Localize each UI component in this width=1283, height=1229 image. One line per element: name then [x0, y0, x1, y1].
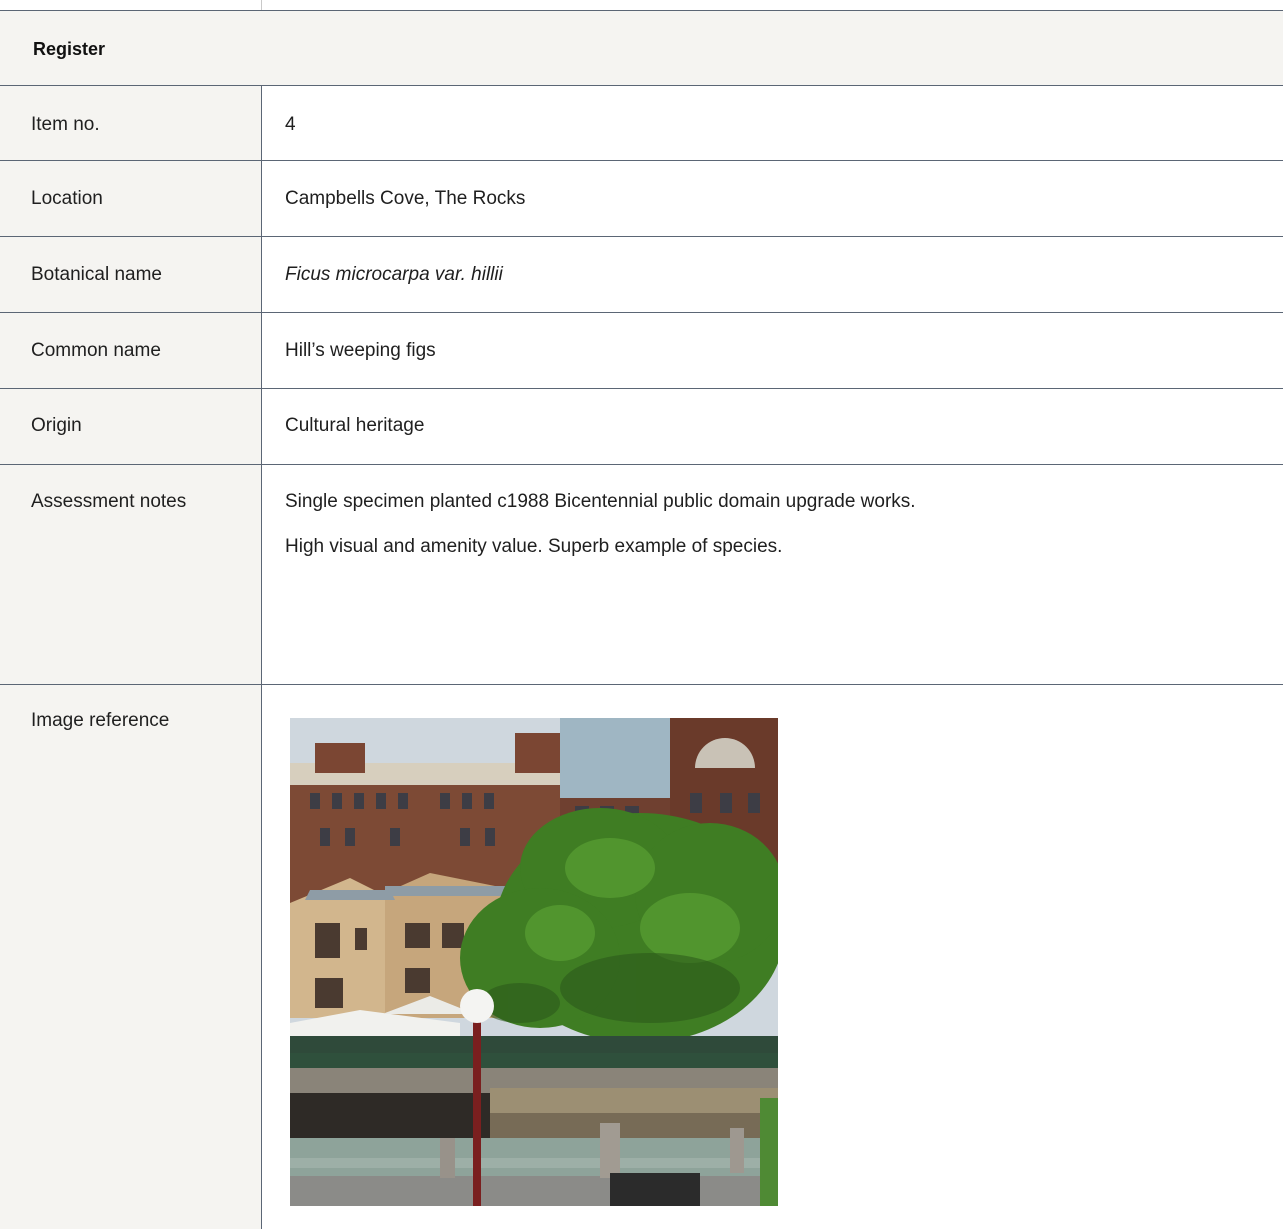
- register-title: Register: [33, 39, 106, 59]
- item-no-value: 4: [285, 114, 296, 135]
- row-location: Location Campbells Cove, The Rocks: [0, 161, 1283, 237]
- row-common-name: Common name Hill’s weeping figs: [0, 313, 1283, 389]
- row-botanical-name: Botanical name Ficus microcarpa var. hil…: [0, 237, 1283, 313]
- location-value: Campbells Cove, The Rocks: [285, 188, 526, 209]
- botanical-name-value: Ficus microcarpa var. hillii: [285, 264, 503, 285]
- label-cell: Location: [0, 161, 262, 236]
- label-cell: Assessment notes: [0, 465, 262, 684]
- label-cell: Item no.: [0, 86, 262, 160]
- row-item-no: Item no. 4: [0, 86, 1283, 161]
- image-reference-label: Image reference: [31, 710, 170, 731]
- item-no-label: Item no.: [31, 114, 100, 135]
- assessment-notes-value: Single specimen planted c1988 Bicentenni…: [285, 479, 916, 569]
- label-cell: Common name: [0, 313, 262, 388]
- register-header: Register: [0, 10, 1283, 86]
- label-cell: Botanical name: [0, 237, 262, 312]
- tree-photo-illustration: [290, 718, 778, 1206]
- row-assessment-notes: Assessment notes Single specimen planted…: [0, 465, 1283, 685]
- assessment-notes-label: Assessment notes: [31, 491, 187, 512]
- origin-label: Origin: [31, 415, 82, 436]
- common-name-value: Hill’s weeping figs: [285, 340, 436, 361]
- assessment-note-line: High visual and amenity value. Superb ex…: [285, 536, 783, 557]
- assessment-note-line: Single specimen planted c1988 Bicentenni…: [285, 491, 916, 512]
- tree-photo: [290, 718, 778, 1206]
- label-cell: Origin: [0, 389, 262, 464]
- common-name-label: Common name: [31, 340, 161, 361]
- botanical-name-label: Botanical name: [31, 264, 162, 285]
- location-label: Location: [31, 188, 103, 209]
- row-origin: Origin Cultural heritage: [0, 389, 1283, 465]
- label-cell: Image reference: [0, 685, 262, 1229]
- origin-value: Cultural heritage: [285, 415, 425, 436]
